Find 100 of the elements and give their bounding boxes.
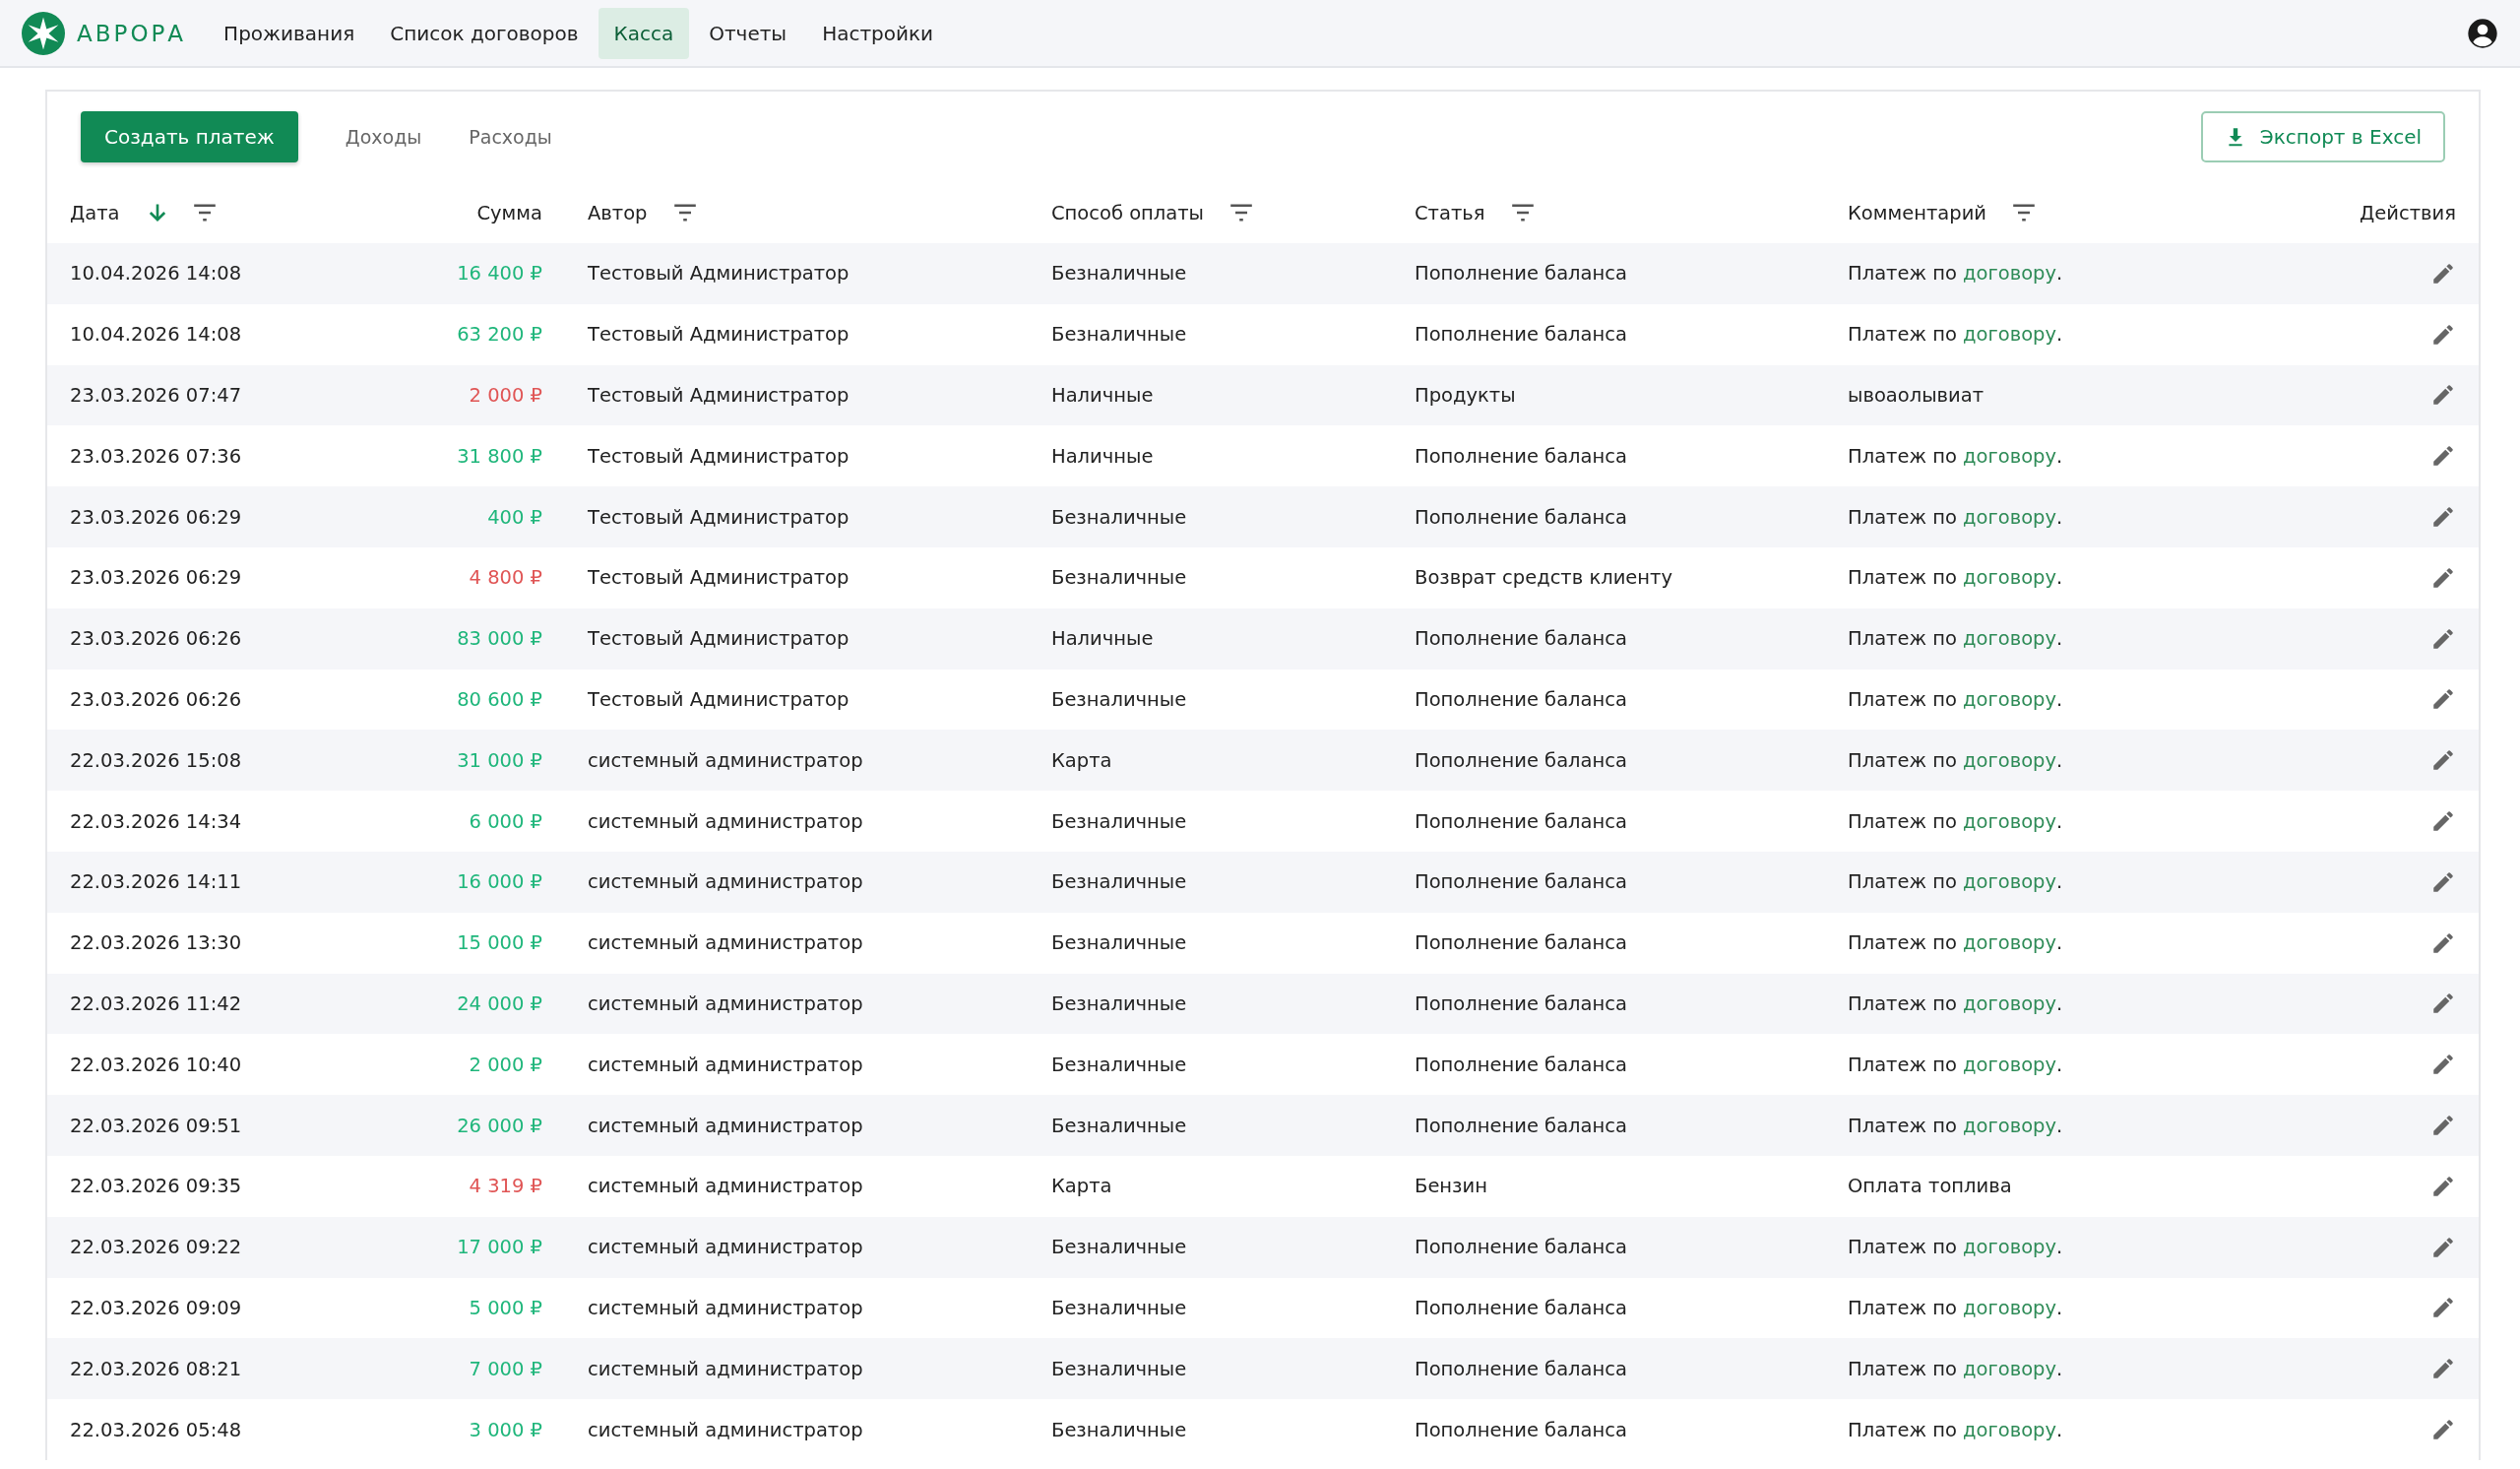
- author-cell: системный администратор: [588, 1175, 863, 1198]
- comment-cell: ывоаолывиат: [1848, 384, 1984, 407]
- author-cell: системный администратор: [588, 1114, 863, 1137]
- column-header: Действия: [2360, 201, 2456, 224]
- amount-cell: 4 800 ₽: [469, 566, 542, 590]
- comment-cell: Платеж по договору.: [1848, 1236, 2063, 1259]
- filter-icon[interactable]: [2012, 203, 2036, 223]
- contract-link[interactable]: договору: [1963, 1357, 2056, 1380]
- filter-icon[interactable]: [1510, 203, 1535, 223]
- amount-cell: 83 000 ₽: [457, 627, 542, 651]
- account-icon[interactable]: [2467, 17, 2498, 49]
- article-cell: Продукты: [1415, 384, 1516, 407]
- amount-cell: 400 ₽: [487, 505, 542, 529]
- article-cell: Пополнение баланса: [1415, 931, 1627, 955]
- comment-cell: Платеж по договору.: [1848, 627, 2063, 651]
- article-cell: Пополнение баланса: [1415, 991, 1627, 1015]
- payment-method-cell: Безналичные: [1051, 1053, 1187, 1076]
- payment-method-cell: Безналичные: [1051, 931, 1187, 955]
- author-cell: Тестовый Администратор: [588, 262, 850, 286]
- author-cell: Тестовый Администратор: [588, 687, 850, 711]
- article-cell: Пополнение баланса: [1415, 505, 1627, 529]
- payment-method-cell: Безналичные: [1051, 1114, 1187, 1137]
- amount-cell: 16 000 ₽: [457, 870, 542, 894]
- amount-cell: 31 000 ₽: [457, 748, 542, 772]
- comment-cell: Платеж по договору.: [1848, 809, 2063, 833]
- article-cell: Пополнение баланса: [1415, 627, 1627, 651]
- date-cell: 23.03.2026 06:29: [70, 505, 242, 529]
- contract-link[interactable]: договору: [1963, 1236, 2056, 1259]
- contract-link[interactable]: договору: [1963, 323, 2056, 347]
- author-cell: Тестовый Администратор: [588, 505, 850, 529]
- date-cell: 22.03.2026 09:09: [70, 1296, 242, 1319]
- contract-link[interactable]: договору: [1963, 1114, 2056, 1137]
- payment-method-cell: Безналичные: [1051, 1296, 1187, 1319]
- comment-cell: Платеж по договору.: [1848, 323, 2063, 347]
- nav-tab[interactable]: Проживания: [208, 7, 371, 59]
- date-cell: 22.03.2026 15:08: [70, 748, 242, 772]
- author-cell: системный администратор: [588, 1236, 863, 1259]
- amount-cell: 2 000 ₽: [469, 384, 542, 407]
- article-cell: Пополнение баланса: [1415, 1418, 1627, 1441]
- contract-link[interactable]: договору: [1963, 1296, 2056, 1319]
- nav-tab[interactable]: Список договоров: [374, 7, 595, 59]
- nav-tab[interactable]: Касса: [598, 7, 690, 59]
- payment-method-cell: Безналичные: [1051, 687, 1187, 711]
- article-cell: Пополнение баланса: [1415, 870, 1627, 894]
- contract-link[interactable]: договору: [1963, 991, 2056, 1015]
- contract-link[interactable]: договору: [1963, 931, 2056, 955]
- author-cell: Тестовый Администратор: [588, 627, 850, 651]
- contract-link[interactable]: договору: [1963, 1053, 2056, 1076]
- contract-link[interactable]: договору: [1963, 627, 2056, 651]
- payment-method-cell: Карта: [1051, 1175, 1112, 1198]
- comment-cell: Платеж по договору.: [1848, 505, 2063, 529]
- article-cell: Возврат средств клиенту: [1415, 566, 1672, 590]
- contract-link[interactable]: договору: [1963, 262, 2056, 286]
- nav-tab[interactable]: Отчеты: [693, 7, 803, 59]
- contract-link[interactable]: договору: [1963, 505, 2056, 529]
- article-cell: Пополнение баланса: [1415, 1236, 1627, 1259]
- date-cell: 22.03.2026 09:22: [70, 1236, 242, 1259]
- payment-method-cell: Безналичные: [1051, 1418, 1187, 1441]
- amount-cell: 6 000 ₽: [469, 809, 542, 833]
- date-cell: 10.04.2026 14:08: [70, 262, 242, 286]
- date-cell: 22.03.2026 08:21: [70, 1357, 242, 1380]
- author-cell: Тестовый Администратор: [588, 566, 850, 590]
- author-cell: системный администратор: [588, 870, 863, 894]
- export-excel-button[interactable]: Экспорт в Excel: [2200, 111, 2445, 162]
- amount-cell: 80 600 ₽: [457, 687, 542, 711]
- payment-method-cell: Безналичные: [1051, 566, 1187, 590]
- contract-link[interactable]: договору: [1963, 1418, 2056, 1441]
- comment-cell: Платеж по договору.: [1848, 566, 2063, 590]
- filter-icon[interactable]: [1229, 203, 1254, 223]
- payment-method-cell: Наличные: [1051, 384, 1154, 407]
- contract-link[interactable]: договору: [1963, 566, 2056, 590]
- amount-cell: 15 000 ₽: [457, 931, 542, 955]
- contract-link[interactable]: договору: [1963, 870, 2056, 894]
- amount-cell: 7 000 ₽: [469, 1357, 542, 1380]
- filter-tab[interactable]: Расходы: [445, 116, 576, 158]
- article-cell: Пополнение баланса: [1415, 1357, 1627, 1380]
- column-header: Сумма: [476, 201, 542, 224]
- article-cell: Пополнение баланса: [1415, 1114, 1627, 1137]
- author-cell: системный администратор: [588, 1053, 863, 1076]
- article-cell: Пополнение баланса: [1415, 809, 1627, 833]
- contract-link[interactable]: договору: [1963, 444, 2056, 468]
- filter-tab[interactable]: Доходы: [321, 116, 446, 158]
- contract-link[interactable]: договору: [1963, 687, 2056, 711]
- filter-icon[interactable]: [672, 203, 697, 223]
- contract-link[interactable]: договору: [1963, 748, 2056, 772]
- filter-icon[interactable]: [192, 203, 217, 223]
- author-cell: системный администратор: [588, 1296, 863, 1319]
- comment-cell: Платеж по договору.: [1848, 687, 2063, 711]
- star-logo-icon: [22, 11, 65, 55]
- create-payment-button[interactable]: Создать платеж: [81, 111, 298, 162]
- column-header: Дата: [70, 201, 120, 224]
- payment-method-cell: Наличные: [1051, 627, 1154, 651]
- nav-tab[interactable]: Настройки: [806, 7, 950, 59]
- payment-method-cell: Безналичные: [1051, 870, 1187, 894]
- contract-link[interactable]: договору: [1963, 809, 2056, 833]
- comment-cell: Платеж по договору.: [1848, 262, 2063, 286]
- article-cell: Пополнение баланса: [1415, 687, 1627, 711]
- column-header: Статья: [1415, 201, 1485, 224]
- article-cell: Бензин: [1415, 1175, 1487, 1198]
- payment-method-cell: Наличные: [1051, 444, 1154, 468]
